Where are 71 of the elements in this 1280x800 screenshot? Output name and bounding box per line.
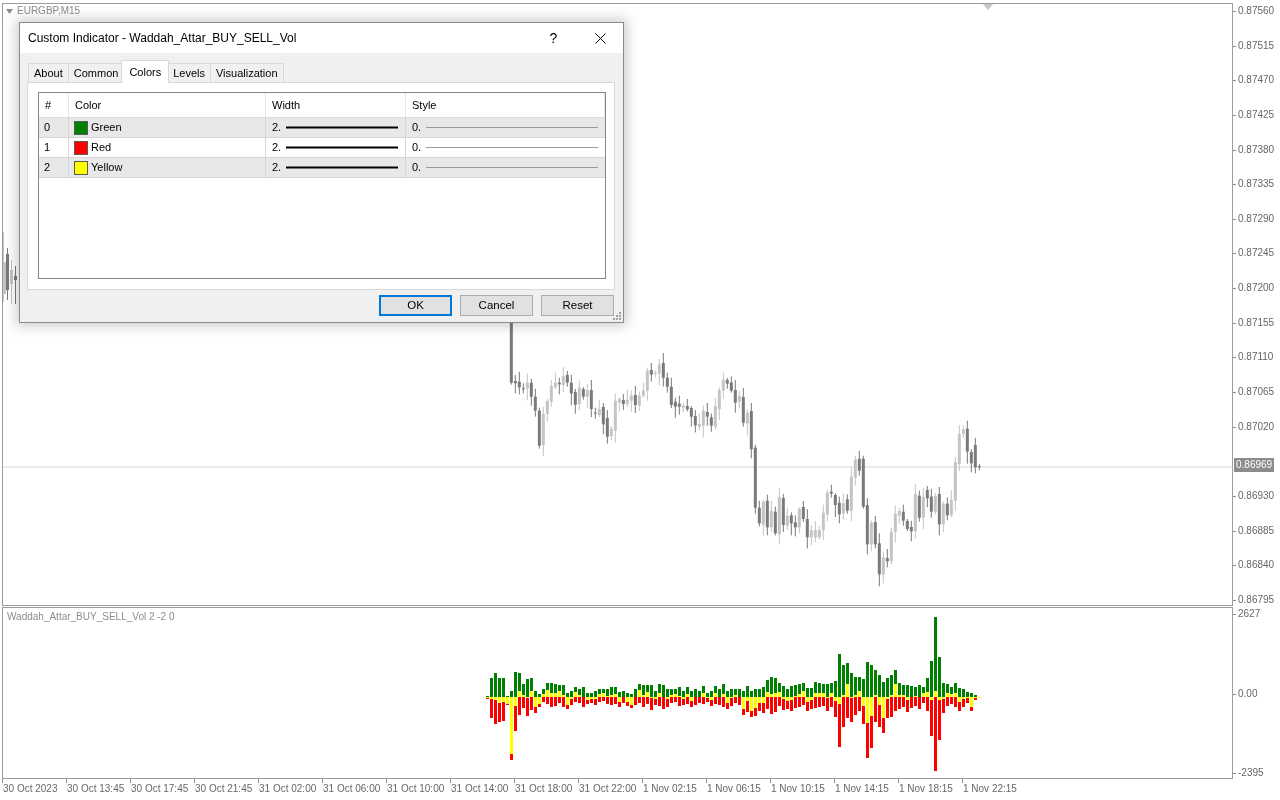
- column-header: Style: [406, 93, 605, 117]
- time-label: 31 Oct 22:00: [579, 783, 637, 795]
- table-cell-text: 1: [44, 140, 51, 156]
- column-header: Color: [69, 93, 266, 117]
- time-label: 1 Nov 18:15: [899, 783, 953, 795]
- line-sample-icon: [426, 147, 599, 148]
- line-sample-icon: [286, 166, 399, 169]
- time-label: 31 Oct 10:00: [387, 783, 445, 795]
- price-label: 0.87110: [1238, 351, 1274, 364]
- time-label: 31 Oct 02:00: [259, 783, 317, 795]
- line-sample-icon: [426, 167, 599, 168]
- tab[interactable]: About: [28, 63, 69, 82]
- price-label: 0.86930: [1238, 489, 1275, 502]
- price-label: 0.87155: [1238, 316, 1275, 329]
- price-label: 0.87245: [1238, 247, 1275, 260]
- time-label: 1 Nov 02:15: [643, 783, 697, 795]
- time-label: 30 Oct 13:45: [67, 783, 125, 795]
- table-cell-text: Green: [91, 120, 122, 136]
- indicator-axis-label: -2395: [1238, 767, 1264, 779]
- table-cell-text: 2.: [272, 160, 282, 176]
- table-cell-text: Yellow: [91, 160, 123, 176]
- line-sample-icon: [286, 126, 399, 129]
- time-label: 1 Nov 22:15: [963, 783, 1017, 795]
- price-label: 0.87065: [1238, 386, 1275, 399]
- chart-symbol-label: EURGBP,M15: [17, 5, 81, 17]
- price-label: 0.87020: [1238, 420, 1275, 433]
- table-cell-text: 0.: [412, 140, 422, 156]
- price-label: 0.87290: [1238, 212, 1275, 225]
- dialog-title: Custom Indicator - Waddah_Attar_BUY_SELL_Vol: [28, 31, 297, 45]
- dialog-button[interactable]: OK: [379, 295, 452, 316]
- price-label: 0.86840: [1238, 559, 1275, 572]
- price-label: 0.87515: [1238, 39, 1275, 52]
- price-label: 0.86795: [1238, 593, 1275, 606]
- time-label: 1 Nov 14:15: [835, 783, 889, 795]
- tab[interactable]: Colors: [121, 60, 170, 83]
- price-label: 0.87335: [1238, 178, 1275, 191]
- indicator-axis-label: 0.00: [1238, 687, 1258, 700]
- price-label: 0.87560: [1238, 5, 1275, 17]
- time-label: 31 Oct 14:00: [451, 783, 509, 795]
- price-label: 0.86885: [1238, 524, 1275, 537]
- indicator-axis-label: 2627: [1238, 608, 1261, 620]
- time-label: 31 Oct 18:00: [515, 783, 573, 795]
- time-label: 31 Oct 06:00: [323, 783, 381, 795]
- price-label: 0.87200: [1238, 282, 1275, 295]
- time-label: 1 Nov 10:15: [771, 783, 825, 795]
- close-icon: [594, 32, 606, 44]
- column-header: #: [39, 93, 69, 117]
- table-cell-text: 0: [44, 120, 51, 136]
- price-label: 0.87380: [1238, 143, 1275, 156]
- current-price-label: 0.86969: [1234, 458, 1275, 473]
- table-cell-text: Red: [91, 140, 112, 156]
- table-cell-text: 0.: [412, 120, 422, 136]
- table-cell-text: 2: [44, 160, 51, 176]
- price-label: 0.87425: [1238, 108, 1275, 121]
- line-sample-icon: [286, 146, 399, 149]
- indicator-label: Waddah_Attar_BUY_SELL_Vol 2 -2 0: [7, 611, 175, 623]
- column-header: Width: [266, 93, 406, 117]
- time-label: 30 Oct 21:45: [195, 783, 253, 795]
- time-label: 1 Nov 06:15: [707, 783, 761, 795]
- line-sample-icon: [426, 127, 599, 128]
- help-button[interactable]: ?: [539, 23, 568, 53]
- table-cell-text: 2.: [272, 140, 282, 156]
- caret-icon[interactable]: [6, 8, 13, 14]
- time-label: 30 Oct 2023: [3, 783, 58, 795]
- dialog-button[interactable]: Cancel: [460, 295, 533, 316]
- table-cell-text: 2.: [272, 120, 282, 136]
- triangle-icon: [983, 4, 993, 10]
- price-label: 0.87470: [1238, 74, 1275, 87]
- tab[interactable]: Visualization: [209, 63, 284, 82]
- time-label: 30 Oct 17:45: [131, 783, 189, 795]
- table-cell-text: 0.: [412, 160, 422, 176]
